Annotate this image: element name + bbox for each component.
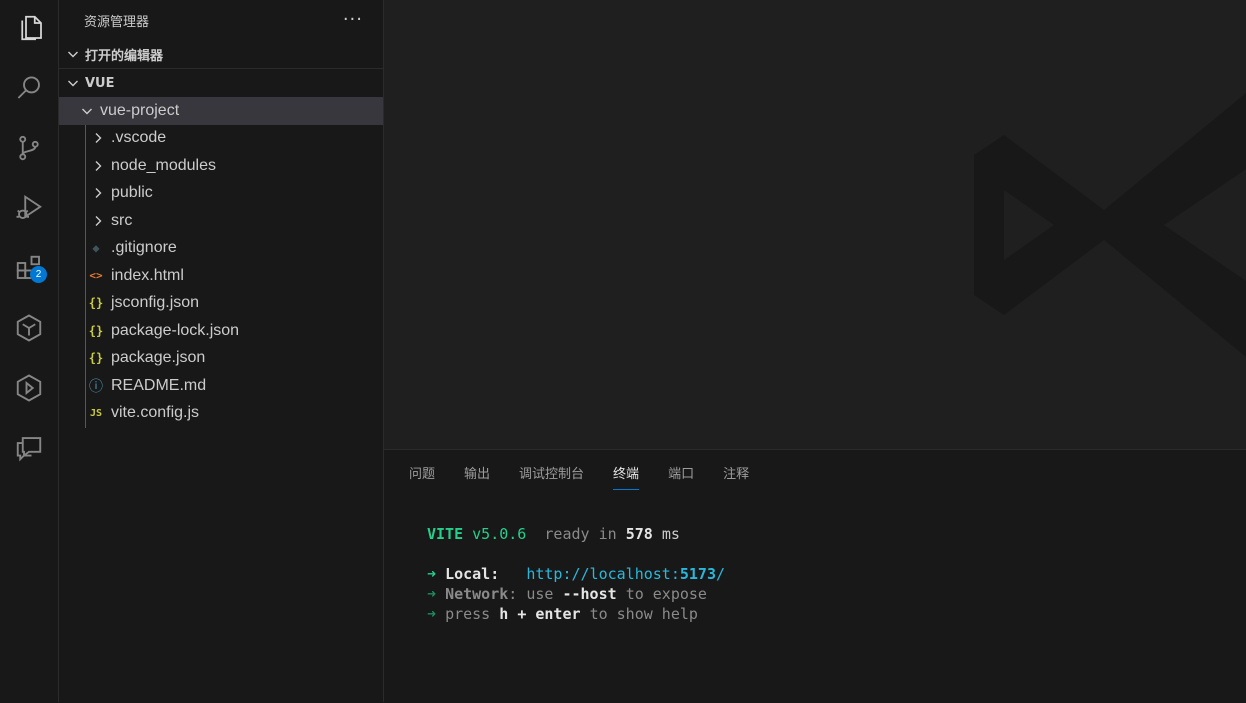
tree-label: src [111,211,133,229]
vscode-logo-watermark [974,93,1246,357]
tree-label: .gitignore [111,239,177,257]
open-editors-section[interactable]: 打开的编辑器 [59,40,383,68]
json-icon: {} [88,351,104,366]
explorer-icon[interactable] [0,4,60,52]
sidebar-title: 资源管理器 [84,14,150,30]
tree-file-package-json[interactable]: {} package.json [59,345,383,373]
tab-terminal[interactable]: 终端 [613,450,640,494]
extensions-icon[interactable]: 2 [0,244,58,292]
workspace-section[interactable]: VUE [59,69,383,97]
chat-icon[interactable] [0,424,58,472]
tab-ports[interactable]: 端口 [668,450,694,494]
terminal-line-help: ➜ press h + enter to show help [427,605,698,623]
workspace-label: VUE [85,75,115,91]
tab-output[interactable]: 输出 [464,450,490,494]
panel-tabs: 问题 输出 调试控制台 终端 端口 注释 [384,450,1246,494]
tree-label: package.json [111,349,206,367]
extensions-badge: 2 [30,266,47,283]
editor-area[interactable] [384,0,1246,449]
terminal-line-vite: VITE v5.0.6 ready in 578 ms [427,525,680,543]
chevron-right-icon [95,188,102,199]
tree-file-package-lock[interactable]: {} package-lock.json [59,317,383,345]
terminal-line-local: ➜ Local: http://localhost:5173/ [427,565,726,583]
more-actions-button[interactable]: ··· [343,11,363,29]
tree-label: package-lock.json [111,321,240,339]
tab-problems[interactable]: 问题 [409,450,435,494]
remote-icon[interactable] [0,364,58,412]
tree-file-jsconfig[interactable]: {} jsconfig.json [59,290,383,318]
terminal-line-network: ➜ Network: use --host to expose [427,585,707,603]
git-icon: ◆ [92,241,100,256]
tree-label: README.md [111,376,207,394]
tree-label: node_modules [111,156,216,174]
explorer-sidebar: 资源管理器 ··· 打开的编辑器 VUE vue-project .vscode… [59,0,384,702]
json-icon: {} [88,323,104,338]
tree-folder-src[interactable]: src [59,207,383,235]
tree-folder-vue-project[interactable]: vue-project [59,97,383,125]
tab-debug-console[interactable]: 调试控制台 [519,450,584,494]
terminal-output[interactable]: VITE v5.0.6 ready in 578 ms ➜ Local: htt… [427,524,725,624]
open-editors-label: 打开的编辑器 [85,48,164,64]
ai-assistant-icon[interactable] [0,304,58,352]
sidebar-header: 资源管理器 ··· [59,0,383,40]
chevron-right-icon [95,133,102,144]
chevron-down-icon [68,51,78,58]
tree-file-gitignore[interactable]: ◆ .gitignore [59,235,383,263]
source-control-icon[interactable] [0,124,58,172]
tree-folder-node-modules[interactable]: node_modules [59,152,383,180]
tree-file-vite-config[interactable]: JS vite.config.js [59,400,383,428]
js-icon: JS [89,407,103,419]
bottom-panel: 问题 输出 调试控制台 终端 端口 注释 VITE v5.0.6 ready i… [384,449,1246,703]
tree-file-readme[interactable]: ⓘ README.md [59,372,383,400]
tree-label: vite.config.js [111,404,200,422]
activity-bar: 2 [0,0,59,702]
html-icon: <> [89,269,103,283]
tree-file-index-html[interactable]: <> index.html [59,262,383,290]
tree-label: jsconfig.json [111,294,200,312]
tree-folder-public[interactable]: public [59,180,383,208]
tree-label: .vscode [111,129,167,147]
tree-label: vue-project [100,101,180,119]
tree-folder-vscode[interactable]: .vscode [59,125,383,153]
info-icon: ⓘ [89,378,103,395]
chevron-down-icon [68,80,78,87]
run-debug-icon[interactable] [0,184,58,232]
tree-label: index.html [111,266,184,284]
tree-label: public [111,184,153,202]
chevron-right-icon [95,160,102,171]
chevron-down-icon [82,108,92,115]
chevron-right-icon [95,215,102,226]
json-icon: {} [88,296,104,311]
tab-comments[interactable]: 注释 [723,450,749,494]
search-icon[interactable] [0,64,58,112]
